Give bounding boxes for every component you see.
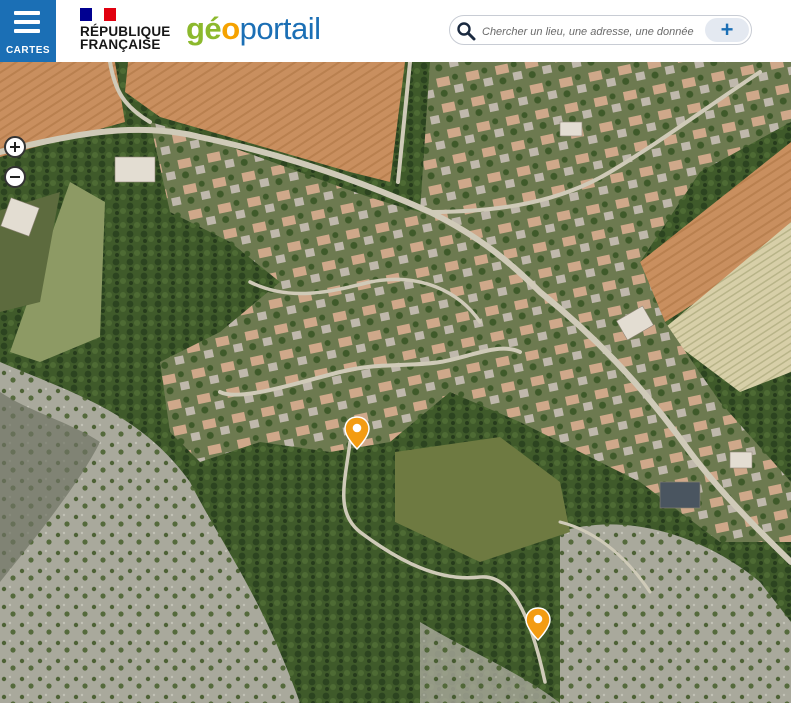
search-icon[interactable] [456,21,476,41]
zoom-out-button[interactable] [4,166,26,188]
map-marker-pin-icon[interactable] [525,607,551,641]
hamburger-icon [14,11,40,33]
logo-part-3: portail [239,11,321,46]
map-marker-pin-icon[interactable] [344,416,370,450]
aerial-imagery [0,62,791,703]
search-bar: + [449,15,752,45]
advanced-search-plus-button[interactable]: + [705,18,749,42]
menu-button[interactable]: CARTES [0,0,56,62]
french-flag-icon [80,8,116,21]
republic-line-2: FRANÇAISE [80,37,161,52]
app-header: CARTES RÉPUBLIQUE FRANÇAISE géoportail + [0,0,791,62]
logo-part-1: gé [186,11,222,46]
map-view[interactable] [0,62,791,703]
geoportail-logo[interactable]: géoportail [186,11,321,47]
zoom-in-button[interactable] [4,136,26,158]
menu-label: CARTES [5,45,51,56]
logo-part-2: o [221,11,240,46]
republique-francaise-logo[interactable]: RÉPUBLIQUE FRANÇAISE [80,8,171,51]
search-input[interactable] [480,21,702,43]
